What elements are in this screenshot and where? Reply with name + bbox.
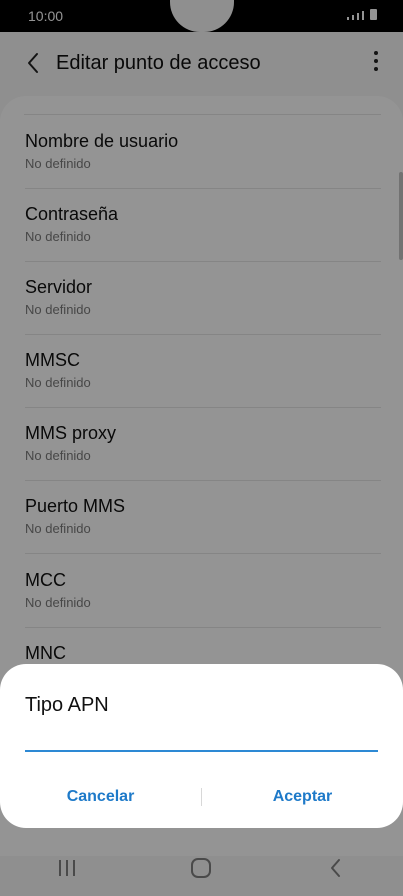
recent-apps-button[interactable] [37, 848, 97, 888]
navigation-bar [0, 840, 403, 896]
home-button[interactable] [171, 848, 231, 888]
apn-type-input[interactable] [25, 730, 378, 752]
home-icon [191, 858, 212, 878]
accept-button[interactable]: Aceptar [202, 779, 403, 815]
dialog-title: Tipo APN [25, 694, 109, 716]
screen: 10:00 Editar punto de acceso Nombre de u… [0, 0, 403, 896]
cancel-button[interactable]: Cancelar [0, 779, 201, 815]
recent-apps-icon [59, 860, 76, 876]
nav-back-button[interactable] [306, 848, 366, 888]
back-icon [330, 859, 340, 877]
apn-type-dialog: Tipo APN Cancelar Aceptar [0, 664, 403, 828]
dialog-actions: Cancelar Aceptar [0, 772, 403, 822]
